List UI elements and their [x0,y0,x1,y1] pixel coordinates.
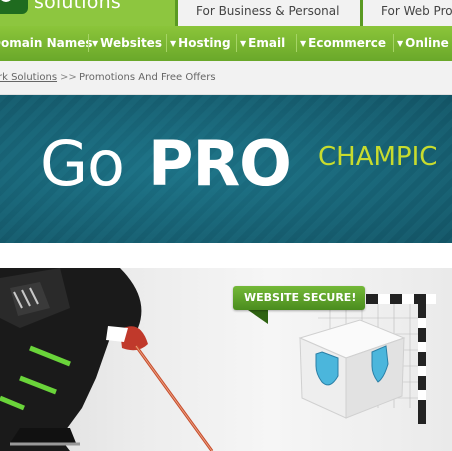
nav-divider [166,34,167,52]
logo-text[interactable]: solutions [34,0,121,13]
nav-item-label: Domain Names [0,36,93,50]
nav-item-label: Ecommerce [308,36,387,50]
badge-ribbon-tail [248,310,268,324]
nav-item-hosting[interactable]: ▼ Hosting [170,36,231,50]
chevron-down-icon: ▼ [397,39,404,48]
logo-mark [0,0,12,2]
nav-item-label: Online [405,36,449,50]
promo-image[interactable] [0,268,452,451]
nav-divider [236,34,237,52]
nav-item-domain-names[interactable]: Domain Names [0,36,93,50]
nav-item-label: Hosting [178,36,231,50]
chevron-down-icon: ▼ [300,39,307,48]
chevron-down-icon: ▼ [92,39,99,48]
breadcrumb-root-link[interactable]: rk Solutions [0,72,57,83]
section-spacer [0,243,452,268]
breadcrumb-current: Promotions And Free Offers [79,72,216,83]
hockey-player-image [0,268,214,451]
nav-item-email[interactable]: ▼ Email [240,36,285,50]
nav-item-ecommerce[interactable]: ▼ Ecommerce [300,36,386,50]
website-secure-label: WEBSITE SECURE! [244,291,357,304]
nav-divider [393,34,394,52]
security-cube-icon [298,319,406,419]
breadcrumb: rk Solutions >> Promotions And Free Offe… [0,61,452,95]
nav-item-label: Email [248,36,286,50]
nav-item-online[interactable]: ▼ Online [397,36,449,50]
hockey-security-illustration [0,268,436,451]
banner-go-text: Go [40,127,125,200]
nav-divider [296,34,297,52]
chevron-down-icon: ▼ [170,39,177,48]
tab-web-pro[interactable]: For Web Pro [360,0,452,26]
site-header: solutions For Business & Personal For We… [0,0,452,26]
nav-item-websites[interactable]: ▼ Websites [92,36,162,50]
chevron-down-icon: ▼ [240,39,247,48]
main-nav: Domain Names ▼ Websites ▼ Hosting ▼ Email ▼… [0,26,452,61]
nav-item-label: Websites [100,36,162,50]
nav-divider [88,34,89,52]
banner-tagline: CHAMPIC [318,142,438,172]
logo-icon[interactable] [0,0,28,14]
banner-pro-text: PRO [148,127,292,200]
breadcrumb-separator: >> [60,72,77,83]
tab-business-personal[interactable]: For Business & Personal [175,0,363,26]
